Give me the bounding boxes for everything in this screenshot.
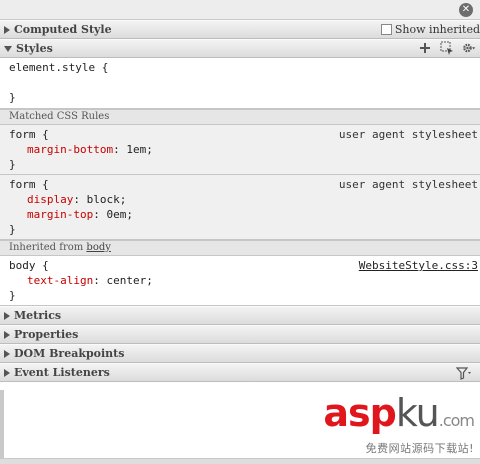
expand-arrow-icon — [4, 368, 10, 377]
metrics-title: Metrics — [14, 309, 62, 322]
watermark-asp: asp — [323, 391, 396, 435]
expand-arrow-icon — [4, 25, 10, 34]
css-property: display — [27, 193, 74, 206]
rule-close: } — [9, 289, 16, 302]
collapse-arrow-icon — [4, 46, 12, 52]
element-style-rule[interactable]: element.style { } — [0, 58, 480, 109]
stylesheet-link[interactable]: WebsiteStyle.css:3 — [359, 258, 478, 273]
expand-arrow-icon — [4, 349, 10, 358]
gear-icon[interactable] — [462, 41, 476, 55]
css-rule-form-1[interactable]: form { user agent stylesheet margin-bott… — [0, 125, 480, 175]
css-declaration[interactable]: display: block; — [9, 192, 480, 207]
dom-breakpoints-title: DOM Breakpoints — [14, 347, 125, 360]
close-icon[interactable]: ✕ — [459, 3, 473, 17]
css-declaration[interactable]: text-align: center; — [9, 273, 480, 288]
rule-origin: user agent stylesheet — [338, 178, 478, 191]
rule-close: } — [9, 223, 16, 236]
properties-title: Properties — [14, 328, 79, 341]
expand-arrow-icon — [4, 311, 10, 320]
rule-origin: user agent stylesheet — [338, 128, 478, 141]
css-declaration[interactable]: margin-bottom: 1em; — [9, 142, 480, 157]
element-state-icon[interactable] — [440, 41, 454, 55]
matched-css-rules-label: Matched CSS Rules — [0, 109, 480, 125]
watermark-ku: ku — [395, 391, 440, 435]
css-value: block; — [86, 193, 127, 206]
element-style-selector: element.style { — [9, 61, 109, 74]
css-value: 0em; — [106, 208, 133, 221]
inherited-from-label: Inherited from body — [0, 240, 480, 256]
css-value: center; — [106, 274, 153, 287]
properties-header[interactable]: Properties — [0, 325, 480, 344]
watermark-com: .com — [438, 411, 475, 430]
event-listeners-header[interactable]: Event Listeners — [0, 363, 480, 382]
css-declaration[interactable]: margin-top: 0em; — [9, 207, 480, 222]
computed-style-header[interactable]: Computed Style Show inherited — [0, 20, 480, 39]
top-toolbar: ✕ — [0, 0, 480, 20]
inherited-element-link[interactable]: body — [86, 242, 110, 253]
computed-style-title: Computed Style — [14, 23, 112, 36]
show-inherited-label: Show inherited — [394, 23, 480, 36]
styles-header[interactable]: Styles — [0, 39, 480, 58]
watermark-tagline: 免费网站源码下载站! — [365, 442, 474, 455]
css-value: 1em; — [126, 143, 153, 156]
css-rule-form-2[interactable]: form { user agent stylesheet display: bl… — [0, 175, 480, 240]
expand-arrow-icon — [4, 330, 10, 339]
styles-toolbar — [418, 41, 476, 55]
metrics-header[interactable]: Metrics — [0, 306, 480, 325]
rule-close: } — [9, 158, 16, 171]
add-rule-icon[interactable] — [418, 41, 432, 55]
filter-icon[interactable] — [455, 367, 472, 383]
css-property: text-align — [27, 274, 94, 287]
styles-title: Styles — [16, 42, 53, 55]
dom-breakpoints-header[interactable]: DOM Breakpoints — [0, 344, 480, 363]
css-property: margin-bottom — [27, 143, 114, 156]
css-property: margin-top — [27, 208, 94, 221]
show-inherited-checkbox[interactable] — [380, 24, 392, 35]
event-listeners-title: Event Listeners — [14, 366, 110, 379]
element-style-close: } — [9, 91, 16, 104]
watermark-logo: aspku.com 免费网站源码下载站! — [323, 391, 475, 456]
inherited-prefix: Inherited from — [9, 242, 84, 253]
horizontal-scrollbar[interactable] — [0, 458, 480, 464]
show-inherited-toggle[interactable]: Show inherited — [380, 23, 480, 36]
css-rule-body[interactable]: body { WebsiteStyle.css:3 text-align: ce… — [0, 256, 480, 306]
